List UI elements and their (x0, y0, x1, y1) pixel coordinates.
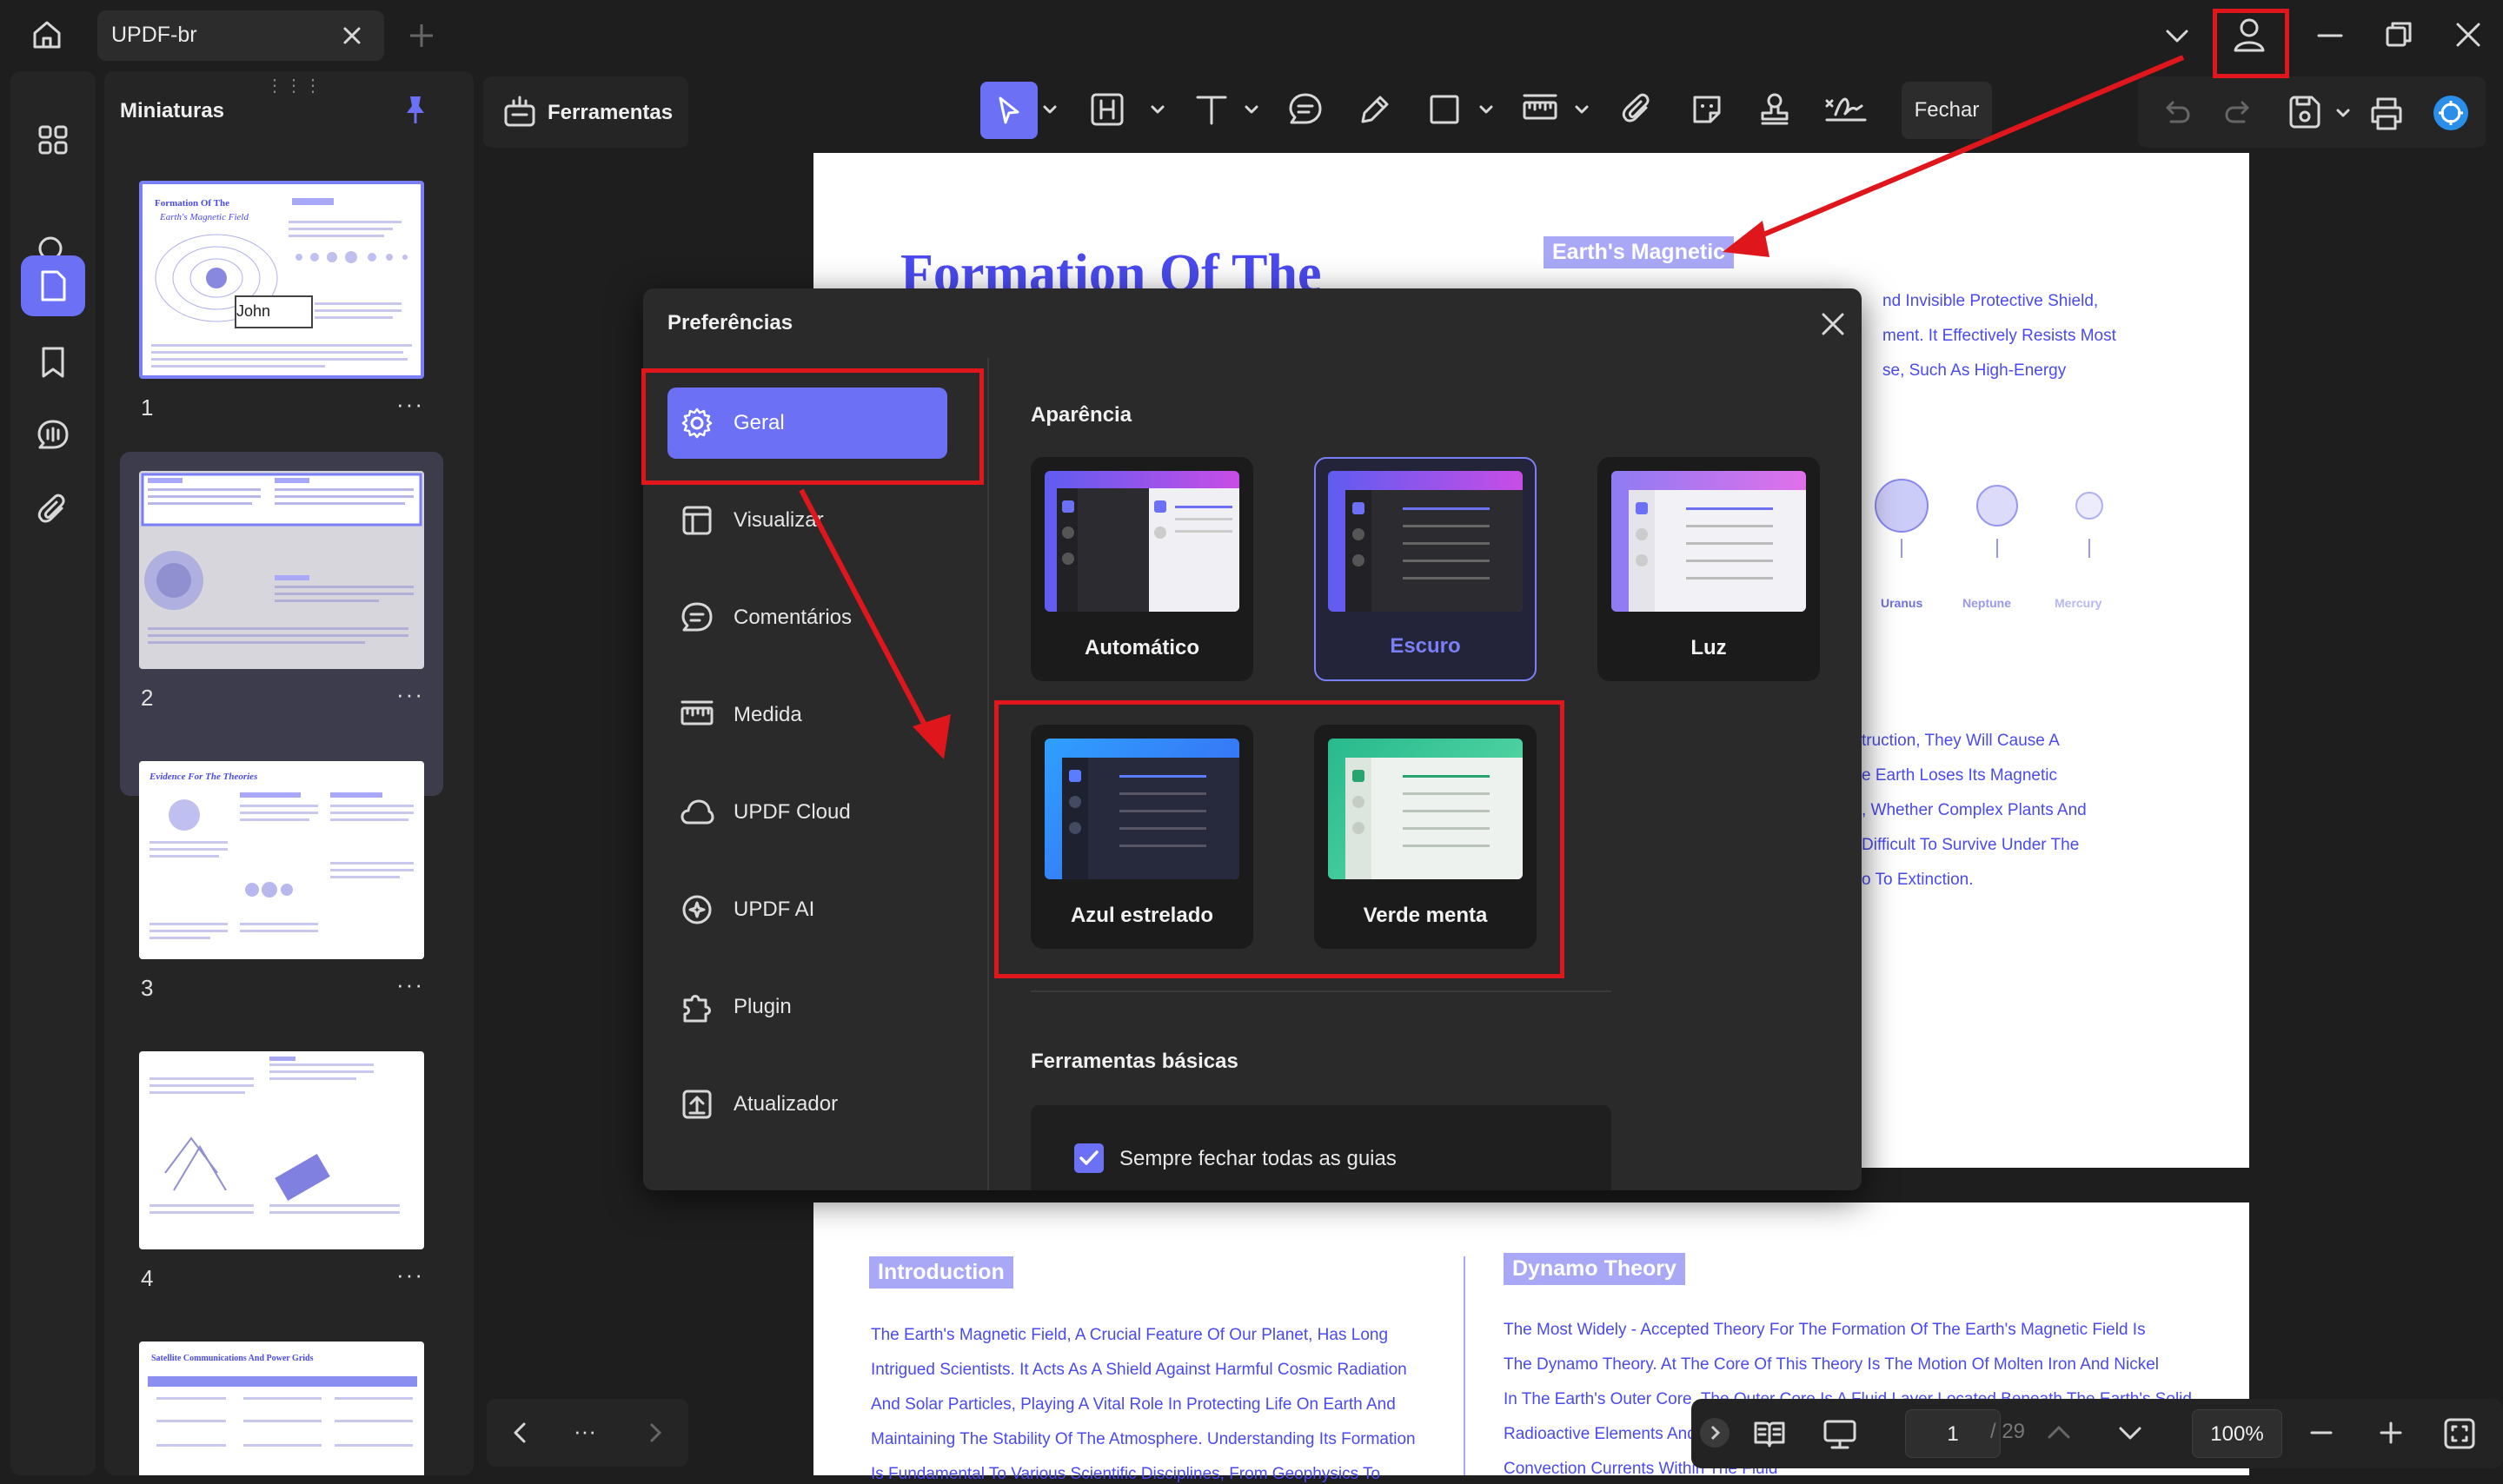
annotation-arrows (799, 55, 2185, 759)
